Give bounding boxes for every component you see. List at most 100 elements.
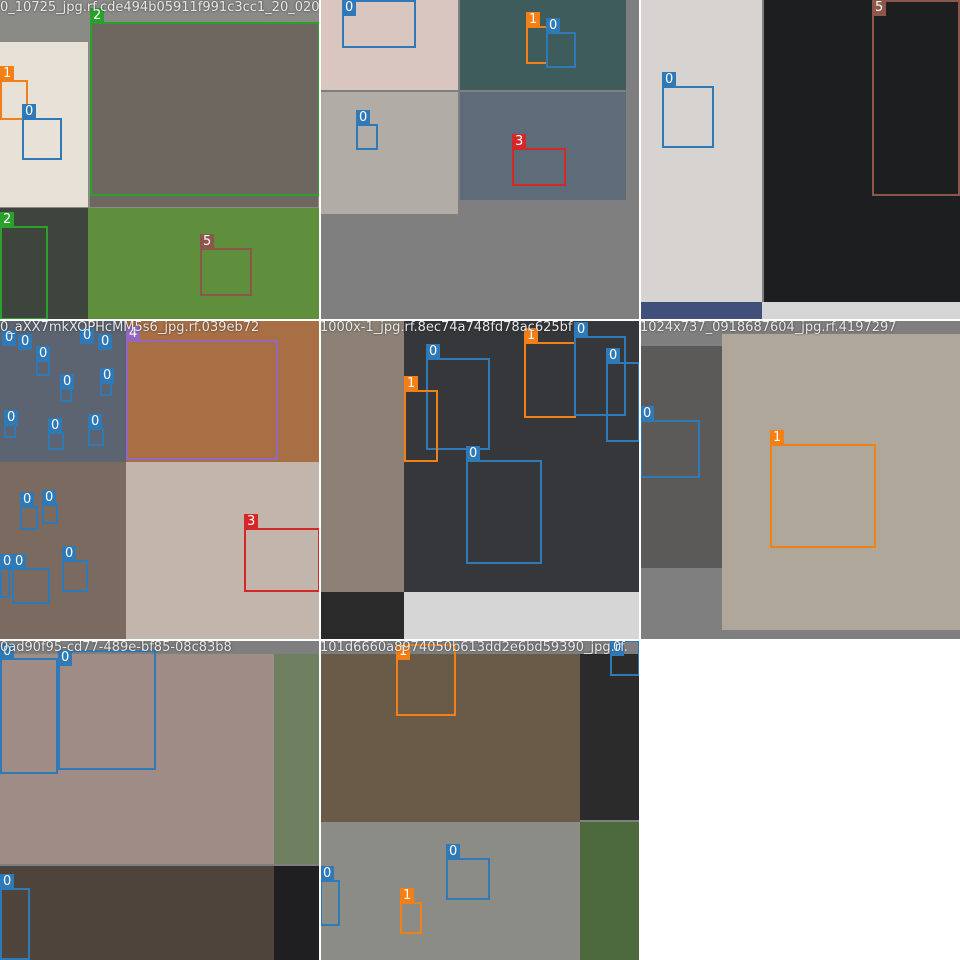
class-label: 0 <box>426 344 441 360</box>
class-label: 5 <box>200 234 215 250</box>
detection-box: 0 <box>48 418 64 450</box>
class-label: 0 <box>574 322 589 338</box>
class-label: 0 <box>0 874 15 890</box>
class-label: 1 <box>0 66 15 82</box>
class-label: 0 <box>320 866 335 882</box>
tile-separator <box>0 639 960 641</box>
mosaic-grid: 1 0 2 2 5 0_10725_jpg.rf.cde494b05911f991c3cc… <box>0 0 960 960</box>
class-label: 0 <box>466 446 481 462</box>
class-label: 0 <box>18 334 33 350</box>
detection-box: 0 <box>36 346 51 376</box>
detection-box: 0 <box>446 844 490 900</box>
class-label: 1 <box>526 12 541 28</box>
tile-filename: 0_aXX7mkXOPHcMM5s6_jpg.rf.039eb72 <box>0 320 260 335</box>
photo-region <box>640 302 762 320</box>
detection-box: 0 <box>4 410 19 438</box>
photo-region <box>580 654 640 820</box>
class-label: 0 <box>36 346 51 362</box>
detection-box: 2 <box>90 8 320 196</box>
class-label: 3 <box>244 514 259 530</box>
class-label: 0 <box>22 104 37 120</box>
tile-8: 1 0 0 0 1 101d6660a8974050b613dd2e6bd59390_jp… <box>320 640 640 960</box>
tile-separator <box>319 0 321 960</box>
detection-box: 0 <box>0 874 30 960</box>
photo-region <box>762 302 960 320</box>
photo-region <box>404 592 640 640</box>
detection-box: 0 <box>606 348 640 442</box>
class-label: 0 <box>4 410 19 426</box>
detection-box: 5 <box>872 0 960 196</box>
detection-box: 0 <box>546 18 576 68</box>
class-label: 0 <box>640 406 655 422</box>
detection-box: 0 <box>20 492 38 530</box>
detection-box: 0 <box>320 866 340 926</box>
tile-filename: 0_10725_jpg.rf.cde494b05911f991c3cc1_20_… <box>0 0 320 15</box>
detection-box: 0 <box>342 0 416 48</box>
photo-region <box>320 320 404 592</box>
tile-9 <box>640 640 960 960</box>
detection-box: 1 <box>404 376 438 462</box>
photo-region <box>274 654 320 864</box>
detection-box: 1 <box>770 430 876 548</box>
detection-box: 1 <box>526 12 548 64</box>
detection-box: 0 <box>60 374 75 402</box>
class-label: 0 <box>42 490 57 506</box>
class-label: 0 <box>62 546 77 562</box>
detection-box: 0 <box>12 554 50 604</box>
detection-box: 0 <box>62 546 88 592</box>
tile-6: 0 1 1024x737_0918687604_jpg.rf.4197297 <box>640 320 960 640</box>
detection-box: 1 <box>400 888 422 934</box>
class-label: 0 <box>60 374 75 390</box>
tile-5: 0 1 1 0 0 0 1000x-1_jpg.rf.8ec74a748fd78ac625b… <box>320 320 640 640</box>
detection-box: 0 <box>18 334 33 350</box>
class-label: 0 <box>20 492 35 508</box>
detection-box: 0 <box>466 446 542 564</box>
class-label: 0 <box>100 368 115 384</box>
photo-region <box>320 92 458 214</box>
detection-box: 1 <box>524 328 576 418</box>
class-label: 3 <box>512 134 527 150</box>
detection-box: 5 <box>200 234 252 296</box>
detection-box: 3 <box>244 514 320 592</box>
class-label: 0 <box>342 0 357 16</box>
detection-box: 3 <box>512 134 566 186</box>
tile-filename: 1000x-1_jpg.rf.8ec74a748fd78ac625bf <box>320 320 573 335</box>
class-label: 0 <box>446 844 461 860</box>
class-label: 0 <box>356 110 371 126</box>
photo-region <box>320 592 404 640</box>
class-label: 0 <box>662 72 677 88</box>
detection-box: 4 <box>126 326 278 460</box>
detection-box: 0 <box>662 72 714 148</box>
detection-box: 0 <box>42 490 58 524</box>
tile-7: 0 0 0 0ad90f95-cd77-489e-bf85-08c83b8 <box>0 640 320 960</box>
tile-filename: 0ad90f95-cd77-489e-bf85-08c83b8 <box>0 640 232 655</box>
detection-box: 0 <box>100 368 115 396</box>
tile-filename: 101d6660a8974050b613dd2e6bd59390_jpg.rf. <box>320 640 628 655</box>
class-label: 5 <box>872 0 887 16</box>
class-label: 0 <box>546 18 561 34</box>
detection-box: 0 <box>98 334 113 350</box>
class-label: 0 <box>48 418 63 434</box>
class-label: 2 <box>0 212 15 228</box>
tile-2: 01003 <box>320 0 640 320</box>
tile-3: 05 <box>640 0 960 320</box>
class-label: 1 <box>404 376 419 392</box>
tile-4: 0 0 0 0 0 0 0 0 0 0 0 0 0 0 0 4 3 0_aXX7mkXOPHcMM5s6_jpg.… <box>0 320 320 640</box>
detection-box: 0 <box>0 644 58 774</box>
photo-region <box>0 866 274 960</box>
photo-region <box>580 822 640 960</box>
class-label: 1 <box>400 888 415 904</box>
class-label: 0 <box>88 414 103 430</box>
photo-region <box>640 0 762 320</box>
detection-box: 0 <box>22 104 62 160</box>
detection-box: 0 <box>88 414 104 446</box>
detection-box: 0 <box>356 110 378 150</box>
tile-separator <box>639 0 641 960</box>
tile-filename: 1024x737_0918687604_jpg.rf.4197297 <box>640 320 897 335</box>
tile-separator <box>0 319 960 321</box>
class-label: 1 <box>770 430 785 446</box>
tile-1: 1 0 2 2 5 0_10725_jpg.rf.cde494b05911f991c3cc… <box>0 0 320 320</box>
class-label: 0 <box>98 334 113 350</box>
detection-box: 0 <box>58 650 156 770</box>
class-label: 0 <box>606 348 621 364</box>
